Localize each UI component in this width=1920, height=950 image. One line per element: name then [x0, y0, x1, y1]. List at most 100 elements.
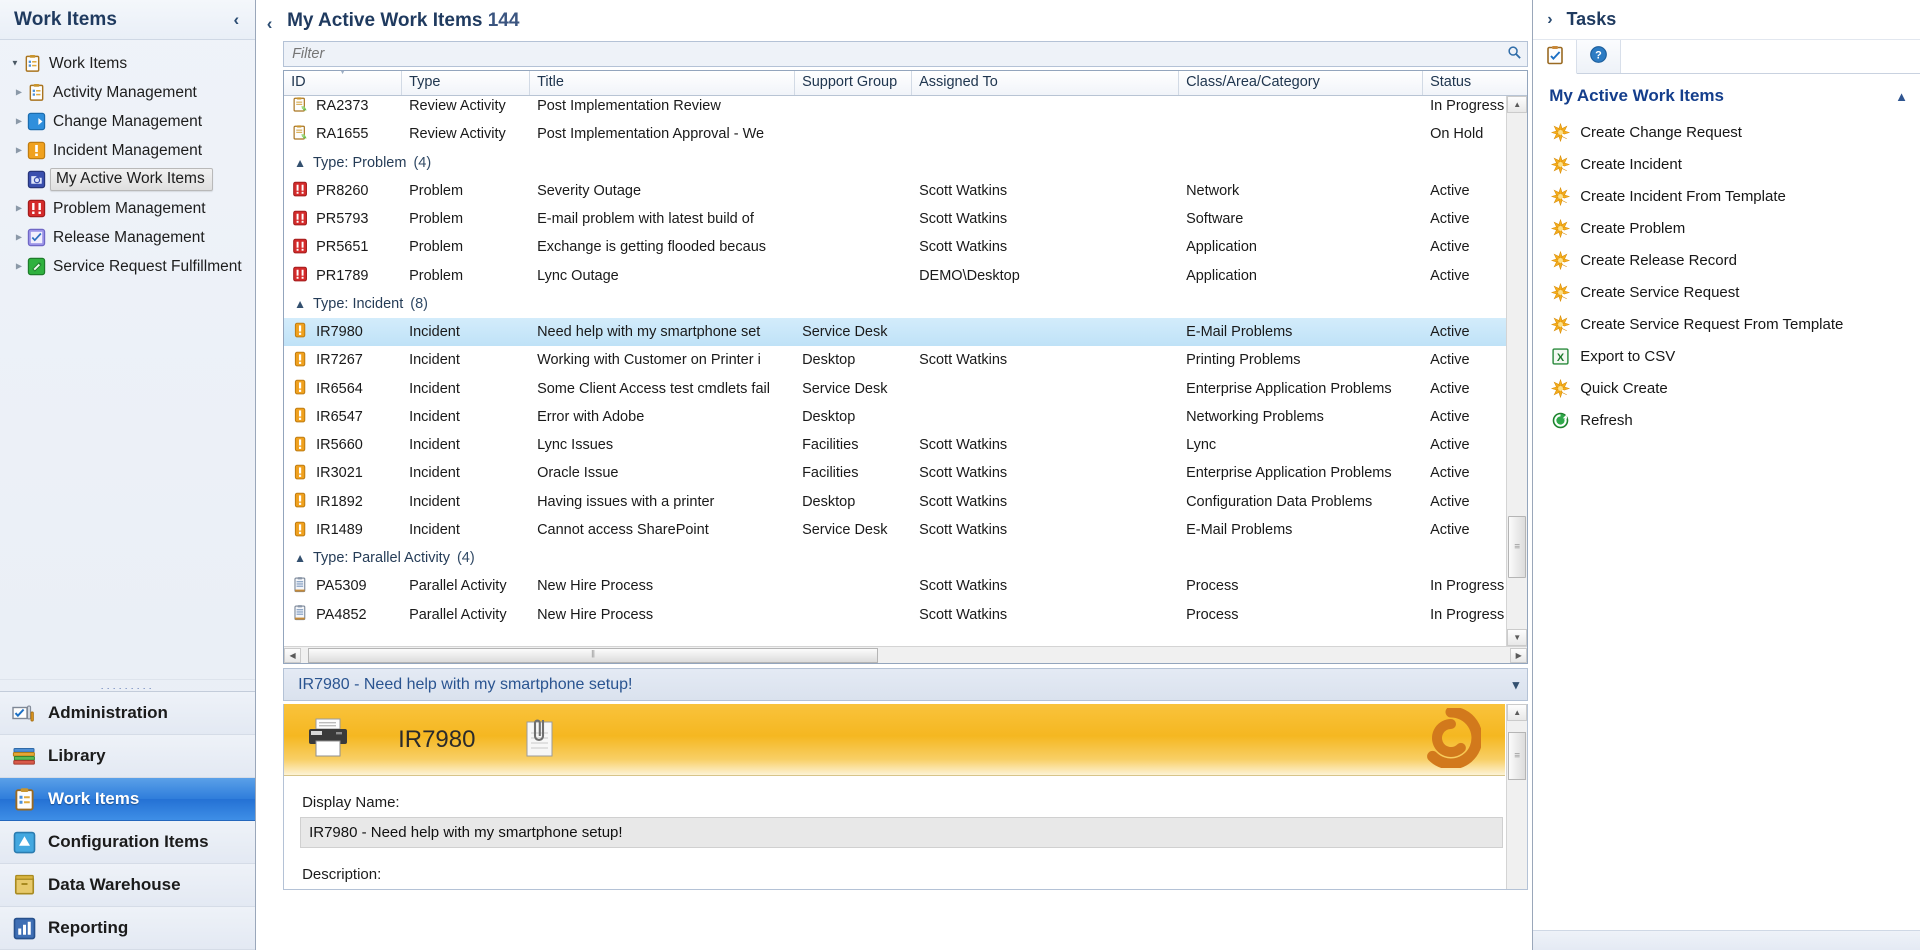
twisty-closed-icon[interactable]	[10, 203, 27, 214]
column-header-status[interactable]: Status	[1423, 71, 1527, 95]
chevron-up-icon[interactable]: ▲	[294, 551, 306, 565]
chevron-left-icon[interactable]: ‹	[228, 8, 246, 32]
sidebar-item-incident-management[interactable]: Incident Management	[0, 136, 255, 165]
grid-horizontal-scrollbar[interactable]: ◀ ▶	[284, 646, 1528, 663]
sidebar-item-change-management[interactable]: Change Management	[0, 107, 255, 136]
chevron-right-icon[interactable]: ›	[1547, 11, 1552, 29]
filter-bar[interactable]	[283, 41, 1529, 67]
workspace-button-data-warehouse[interactable]: Data Warehouse	[0, 864, 256, 907]
star-burst-icon	[1551, 218, 1571, 238]
tab-help[interactable]: ?	[1577, 40, 1622, 73]
task-item-create-problem[interactable]: Create Problem	[1533, 212, 1920, 244]
table-row[interactable]: PR1789 Problem Lync Outage DEMO\Desktop Appl…	[284, 261, 1527, 289]
column-header-title[interactable]: Title	[530, 71, 796, 95]
twisty-open-icon[interactable]	[6, 58, 23, 69]
cell-type: Parallel Activity	[409, 578, 507, 595]
table-row[interactable]: PR8260 Problem Severity Outage Scott Watkin…	[284, 177, 1527, 205]
table-row[interactable]: IR1892 Incident Having issues with a print…	[284, 488, 1527, 516]
twisty-closed-icon[interactable]	[10, 232, 27, 243]
table-row[interactable]: PR5793 Problem E-mail problem with latest …	[284, 205, 1527, 233]
table-row[interactable]: IR6564 Incident Some Client Access test cm…	[284, 374, 1527, 402]
task-item-refresh[interactable]: Refresh	[1533, 404, 1920, 436]
column-header-assigned[interactable]: Assigned To	[912, 71, 1180, 95]
detail-pane-header[interactable]: IR7980 - Need help with my smartphone se…	[283, 668, 1529, 701]
search-input[interactable]	[284, 45, 1502, 63]
table-row[interactable]: IR6547 Incident Error with Adobe Desktop Net…	[284, 403, 1527, 431]
scroll-up-arrow-icon[interactable]: ▲	[1507, 96, 1528, 113]
sidebar-item-release-management[interactable]: Release Management	[0, 223, 255, 252]
column-header-type[interactable]: Type	[402, 71, 531, 95]
scroll-down-arrow-icon[interactable]: ▼	[1507, 629, 1528, 646]
tab-tasks[interactable]	[1533, 40, 1578, 74]
form-scroll-thumb[interactable]	[1508, 732, 1527, 780]
search-icon[interactable]	[1501, 45, 1527, 63]
twisty-closed-icon[interactable]	[10, 145, 27, 156]
scroll-right-arrow-icon[interactable]: ▶	[1510, 647, 1528, 663]
cell-id-text: PA5309	[316, 578, 367, 595]
column-header-support[interactable]: Support Group	[795, 71, 913, 95]
sidebar-item-activity-management[interactable]: Activity Management	[0, 78, 255, 107]
attachment-note-icon[interactable]	[523, 717, 559, 763]
chevron-left-icon[interactable]: ‹	[256, 0, 284, 34]
task-item-create-release-record[interactable]: Create Release Record	[1533, 244, 1920, 276]
workspace-button-reporting[interactable]: Reporting	[0, 907, 256, 950]
column-header-id[interactable]: ▼ ID	[284, 71, 403, 95]
task-item-create-service-request[interactable]: Create Service Request	[1533, 276, 1920, 308]
display-name-field[interactable]: IR7980 - Need help with my smartphone se…	[300, 817, 1504, 848]
tasks-section-header[interactable]: My Active Work Items ▲	[1533, 74, 1920, 116]
cell-category: Enterprise Application Problems	[1186, 380, 1392, 397]
table-row[interactable]: PR5651 Problem Exchange is getting flooded…	[284, 233, 1527, 261]
horizontal-scroll-track[interactable]	[301, 647, 1510, 663]
tasks-pane-header: › Tasks	[1533, 0, 1920, 40]
table-row[interactable]: IR7980 Incident Need help with my smartpho…	[284, 317, 1528, 347]
table-row[interactable]: PA4852 Parallel Activity New Hire Process S…	[284, 600, 1527, 628]
workspace-button-work-items[interactable]: Work Items	[0, 778, 256, 821]
cell-id: IR7267	[284, 351, 402, 370]
table-row[interactable]: RA2373 Review Activity Post Implementation…	[284, 96, 1527, 120]
cell-id: RA1655	[284, 125, 402, 144]
detail-pane-body: IR7980 Display Name: IR7980 - Need help …	[283, 704, 1529, 890]
table-row[interactable]: IR3021 Incident Oracle Issue Facilities Scot…	[284, 459, 1527, 487]
sidebar-item-service-request-fulfillment[interactable]: Service Request Fulfillment	[0, 252, 255, 281]
twisty-closed-icon[interactable]	[10, 261, 27, 272]
chevron-up-icon[interactable]: ▲	[294, 297, 306, 311]
group-header-row[interactable]: ▲ Type: Problem (4)	[284, 149, 1527, 177]
nav-splitter[interactable]: ·········	[0, 679, 256, 693]
group-header-row[interactable]: ▲ Type: Parallel Activity (4)	[284, 544, 1527, 572]
group-header-row[interactable]: ▲ Type: Incident (8)	[284, 290, 1527, 318]
task-item-quick-create[interactable]: Quick Create	[1533, 372, 1920, 404]
vertical-scroll-thumb[interactable]	[1508, 516, 1527, 578]
cell-type: Problem	[409, 182, 464, 199]
table-row[interactable]: RA1655 Review Activity Post Implementation…	[284, 120, 1527, 148]
twisty-closed-icon[interactable]	[10, 87, 27, 98]
scroll-left-arrow-icon[interactable]: ◀	[284, 647, 302, 663]
chevron-down-icon[interactable]: ▾	[1513, 677, 1520, 693]
horizontal-scroll-thumb[interactable]	[308, 647, 879, 663]
form-scroll-up-icon[interactable]: ▲	[1507, 704, 1528, 721]
task-item-create-service-request-from-template[interactable]: Create Service Request From Template	[1533, 308, 1920, 340]
excel-csv-icon: X	[1551, 347, 1570, 366]
form-vertical-scrollbar[interactable]: ▲	[1506, 704, 1528, 889]
task-item-create-change-request[interactable]: Create Change Request	[1533, 116, 1920, 148]
twisty-closed-icon[interactable]	[10, 116, 27, 127]
sidebar-item-work-items[interactable]: Work Items	[0, 49, 255, 78]
chevron-up-icon[interactable]: ▲	[1895, 89, 1908, 104]
sidebar-item-my-active-work-items[interactable]: My Active Work Items	[0, 165, 255, 194]
column-header-category[interactable]: Class/Area/Category	[1179, 71, 1424, 95]
chevron-up-icon[interactable]: ▲	[294, 156, 306, 170]
grid-vertical-scrollbar[interactable]: ▲ ▼	[1506, 96, 1528, 646]
workspace-button-configuration-items[interactable]: Configuration Items	[0, 821, 256, 864]
sidebar-item-problem-management[interactable]: Problem Management	[0, 194, 255, 223]
table-row[interactable]: IR5660 Incident Lync Issues Facilities Scott…	[284, 431, 1527, 459]
task-item-export-to-csv[interactable]: X Export to CSV	[1533, 340, 1920, 372]
admin-tools-icon	[12, 701, 37, 726]
task-item-label: Create Incident	[1580, 155, 1682, 173]
workspace-button-library[interactable]: Library	[0, 735, 256, 778]
workspace-button-administration[interactable]: Administration	[0, 692, 256, 735]
table-row[interactable]: IR7267 Incident Working with Customer on P…	[284, 346, 1527, 374]
task-item-create-incident[interactable]: Create Incident	[1533, 148, 1920, 180]
table-row[interactable]: IR1489 Incident Cannot access SharePoint Se…	[284, 516, 1527, 544]
task-item-create-incident-from-template[interactable]: Create Incident From Template	[1533, 180, 1920, 212]
cell-id-text: IR7267	[316, 352, 363, 369]
table-row[interactable]: PA5309 Parallel Activity New Hire Process S…	[284, 572, 1527, 600]
